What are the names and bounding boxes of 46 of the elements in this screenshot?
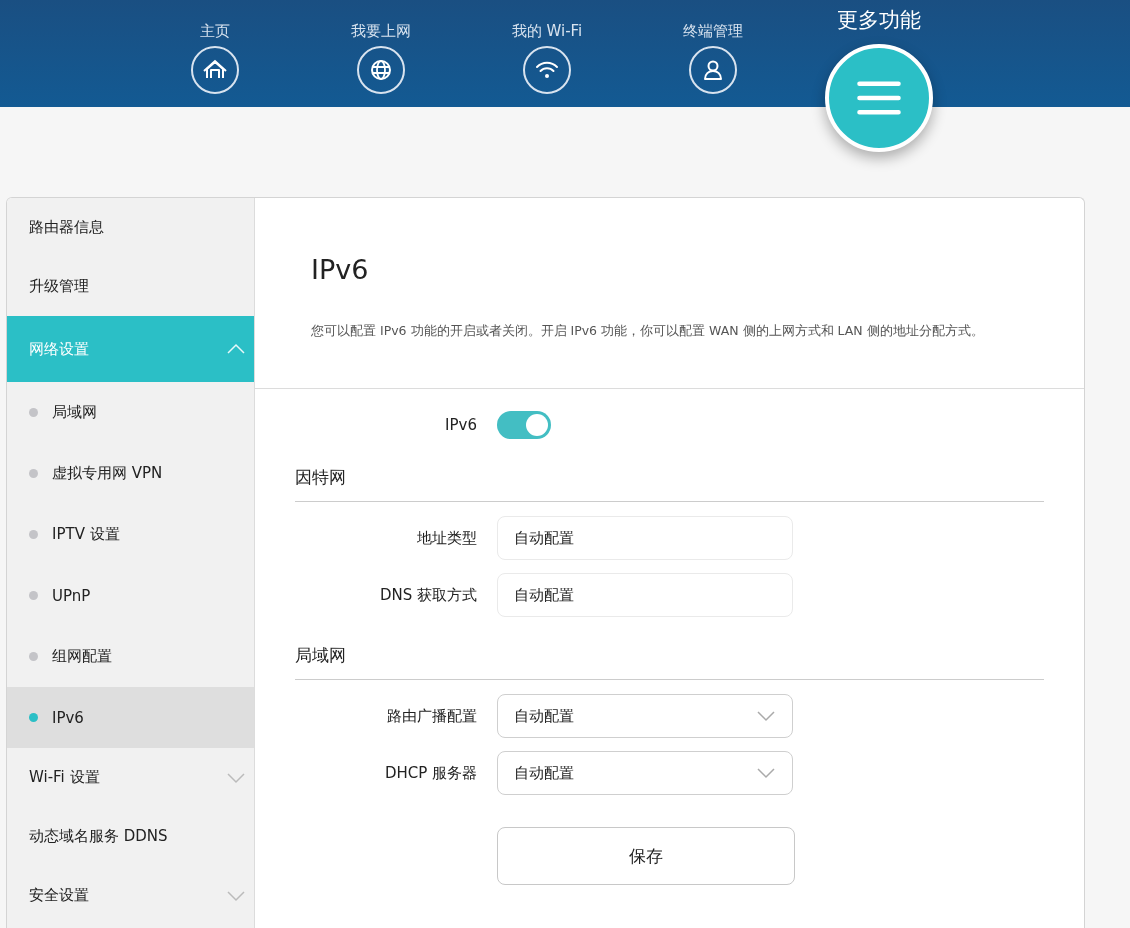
nav-tab[interactable]: 终端管理: [630, 0, 796, 152]
user-icon: [689, 46, 737, 94]
chevron-icon: [226, 343, 246, 355]
nav-label: 我要上网: [351, 21, 411, 42]
nav-tab[interactable]: 我的 Wi-Fi: [464, 0, 630, 152]
nav-label: 更多功能: [837, 7, 921, 34]
chevron-icon: [756, 767, 776, 779]
field-label: DHCP 服务器: [383, 763, 478, 783]
page-title: IPv6: [311, 254, 370, 285]
page-description: 您可以配置 IPv6 功能的开启或者关闭。开启 IPv6 功能，你可以配置 WAN 侧的上网方式和 LAN 侧的地址分配方式。: [311, 323, 985, 340]
nav-tab[interactable]: 更多功能: [796, 0, 962, 152]
sidebar-item[interactable]: Wi-Fi 设置: [7, 748, 254, 807]
sidebar-item[interactable]: 安全设置: [7, 866, 254, 925]
sidebar-subitem[interactable]: IPv6: [7, 687, 254, 748]
dropdown[interactable]: 自动配置: [497, 694, 793, 738]
sidebar-subitem[interactable]: 局域网: [7, 382, 254, 443]
nav-tab[interactable]: 主页: [132, 0, 298, 152]
nav-label: 终端管理: [683, 21, 743, 42]
chevron-icon: [226, 771, 246, 784]
section-title: 局域网: [295, 630, 1044, 680]
chevron-icon: [226, 889, 246, 902]
input-field[interactable]: 自动配置: [497, 573, 793, 617]
sidebar-item[interactable]: 路由器信息: [7, 198, 254, 257]
home-icon: [191, 46, 239, 94]
field-label: DNS 获取方式: [378, 585, 478, 605]
chevron-icon: [756, 710, 776, 722]
save-button[interactable]: 保存: [497, 827, 795, 885]
globe-icon: [357, 46, 405, 94]
dropdown[interactable]: 自动配置: [497, 751, 793, 795]
input-field[interactable]: 自动配置: [497, 516, 793, 560]
sidebar-subitem[interactable]: 虚拟专用网 VPN: [7, 443, 254, 504]
sidebar-item[interactable]: 动态域名服务 DDNS: [7, 807, 254, 866]
toggle-switch[interactable]: [497, 411, 551, 439]
wifi-icon: [523, 46, 571, 94]
menu-icon: [825, 44, 933, 152]
section-title: 因特网: [295, 452, 1044, 502]
nav-label: 我的 Wi-Fi: [511, 21, 583, 42]
sidebar-subitem[interactable]: UPnP: [7, 565, 254, 626]
nav-label: 主页: [200, 21, 230, 42]
sidebar-subitem[interactable]: 组网配置: [7, 626, 254, 687]
field-label: 地址类型: [416, 528, 478, 548]
toggle-label: IPv6: [444, 416, 478, 434]
field-label: 路由广播配置: [386, 706, 478, 726]
sidebar-subitem[interactable]: IPTV 设置: [7, 504, 254, 565]
sidebar-item[interactable]: 升级管理: [7, 257, 254, 316]
nav-tab[interactable]: 我要上网: [298, 0, 464, 152]
